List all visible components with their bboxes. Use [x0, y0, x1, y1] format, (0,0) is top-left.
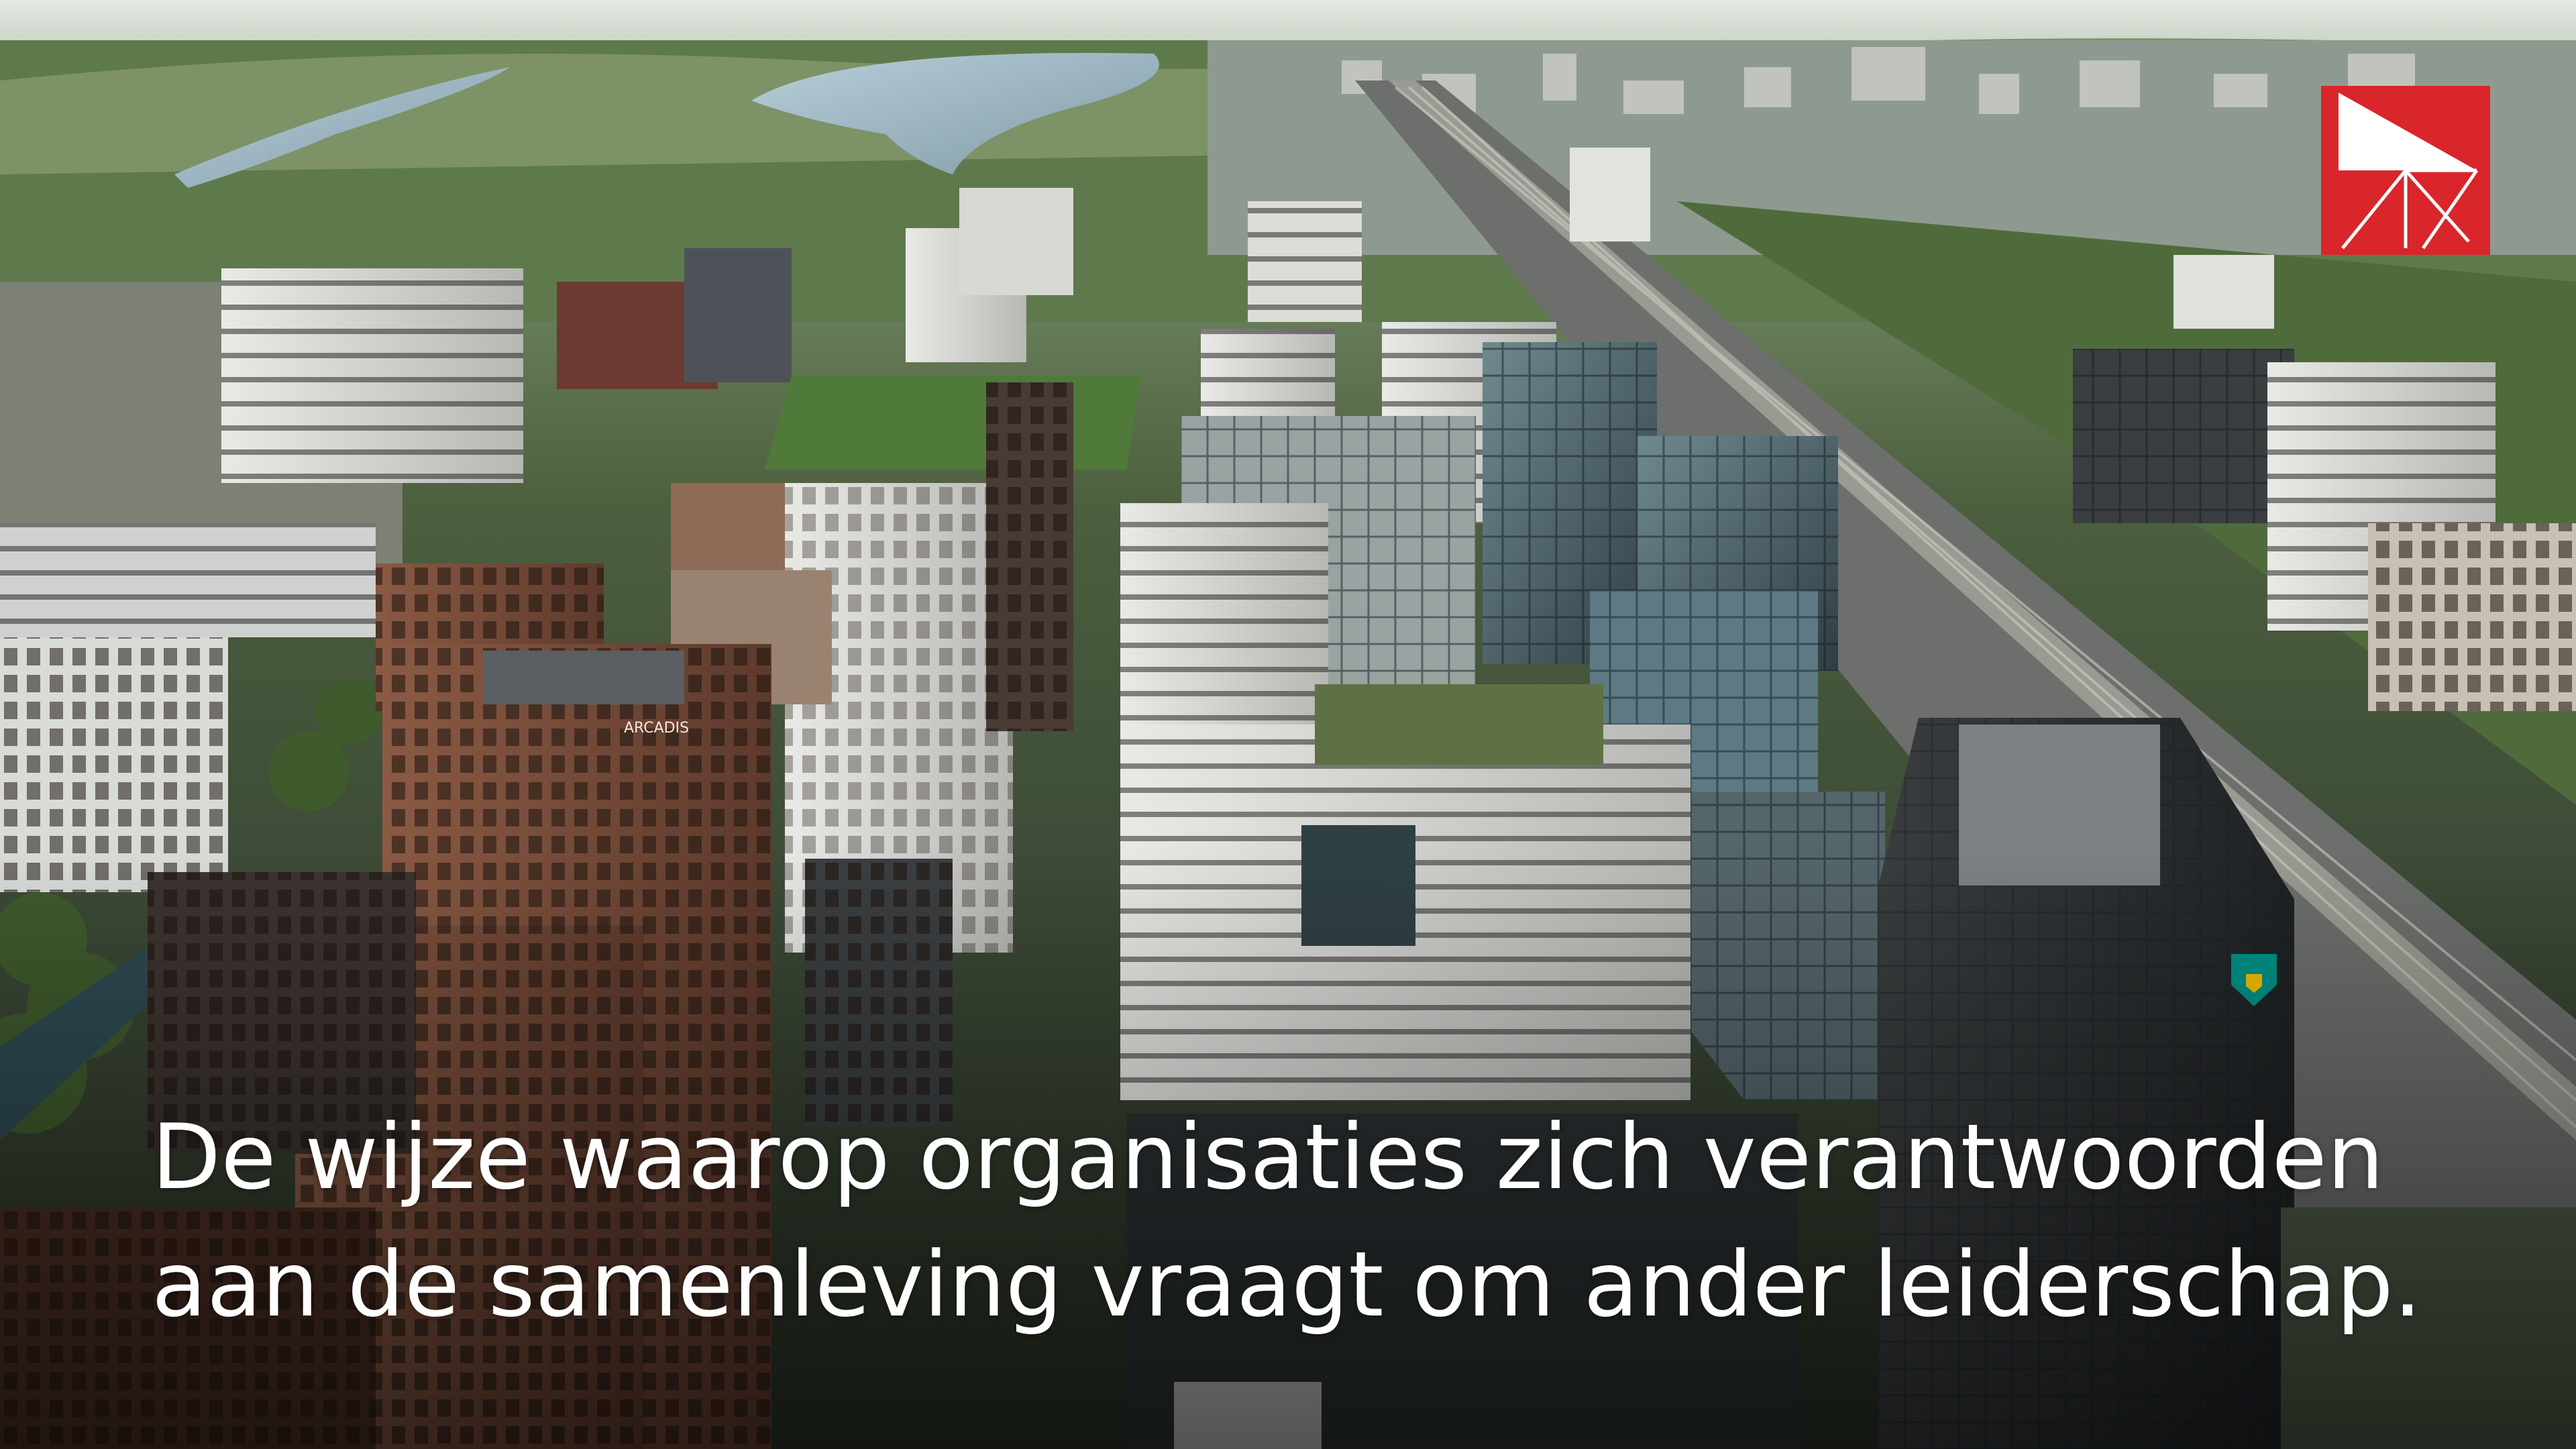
arcadis-building-sign: ARCADIS — [624, 720, 689, 737]
video-frame: ARCADIS De wijze waarop organisaties zic… — [0, 0, 2576, 1449]
video-caption: De wijze waarop organisaties zich verant… — [152, 1093, 2500, 1348]
caption-line-1: De wijze waarop organisaties zich verant… — [152, 1105, 2384, 1210]
caption-line-2: aan de samenleving vraagt om ander leide… — [152, 1232, 2422, 1337]
brand-logo-icon — [2321, 86, 2490, 255]
